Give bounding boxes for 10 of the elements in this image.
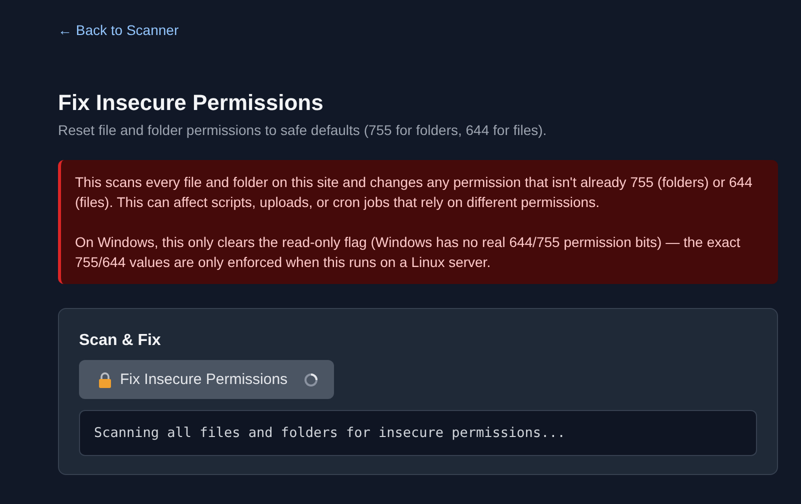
card-title: Scan & Fix bbox=[79, 332, 162, 350]
spinner-icon bbox=[304, 372, 318, 386]
warning-text: On Windows, this only clears the read-only flag (Windows has no real 644/755 permission bits) — the exact 755/644 values are only enforced when this runs on a Linux server. bbox=[75, 233, 742, 272]
page-title: Fix Insecure Permissions bbox=[58, 90, 324, 116]
back-link[interactable]: ← Back to Scanner bbox=[58, 22, 179, 38]
warning-text: This scans every file and folder on this site and changes any permission that isn't already 755 (folders) or 644 (files). This can affect scripts, uploads, or cron jobs that rely on different permissions. bbox=[75, 173, 754, 212]
page-subtitle: Reset file and folder permissions to safe defaults (755 for folders, 644 for files). bbox=[58, 122, 548, 138]
output-log: Scanning all files and folders for insecure permissions... bbox=[79, 410, 757, 456]
fix-button[interactable]: Fix Insecure Permissions bbox=[79, 360, 334, 399]
lock-icon bbox=[98, 372, 112, 388]
